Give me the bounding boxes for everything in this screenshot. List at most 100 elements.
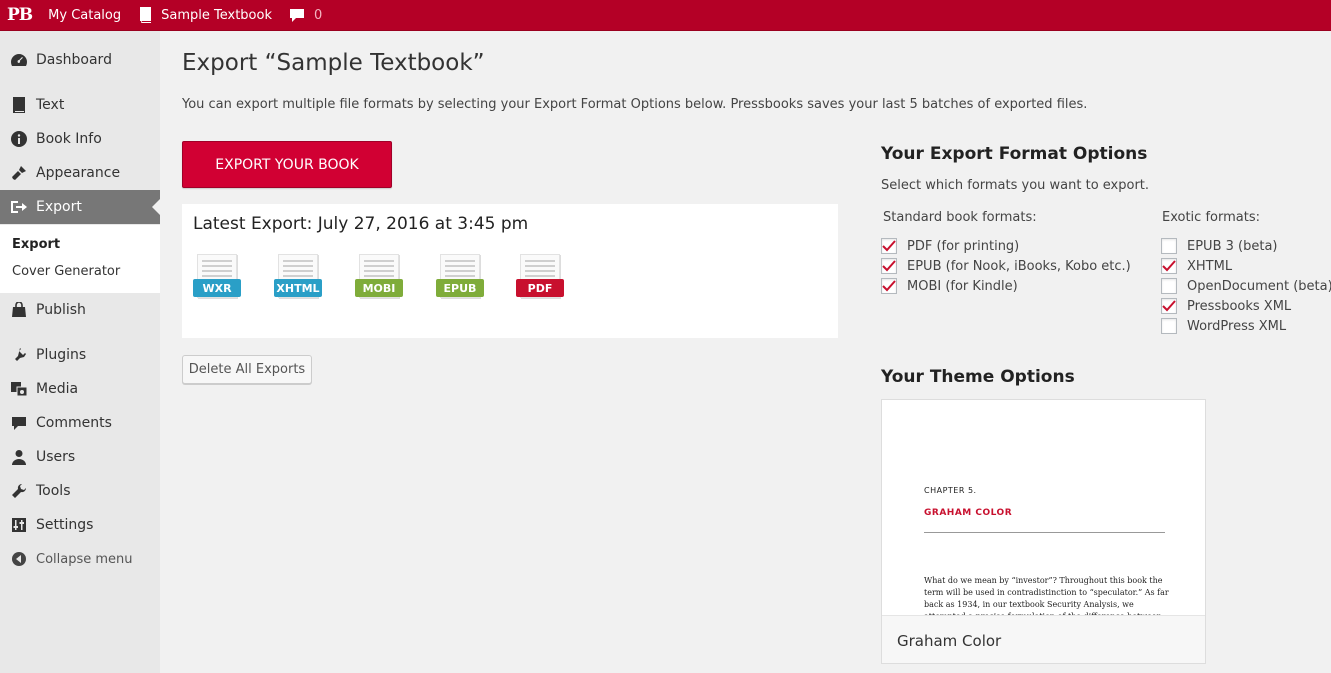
- plug-icon: [10, 346, 28, 364]
- pressbooks-logo[interactable]: PB: [0, 0, 40, 31]
- admin-sidebar: Dashboard Text Book Info Appearance Expo…: [0, 31, 160, 673]
- option-label: XHTML: [1187, 258, 1233, 274]
- sidebar-item-media[interactable]: Media: [0, 372, 160, 406]
- wrench-icon: [10, 482, 28, 500]
- file-format-tag: EPUB: [436, 279, 484, 297]
- epub-format-option[interactable]: EPUB (for Nook, iBooks, Kobo etc.): [881, 256, 1131, 276]
- book-icon: [137, 6, 155, 24]
- file-format-tag: MOBI: [355, 279, 403, 297]
- comment-count: 0: [313, 7, 323, 23]
- mobi-file-download[interactable]: MOBI: [355, 254, 405, 300]
- theme-preview-chapter-title: GRAHAM COLOR: [924, 508, 1013, 518]
- sidebar-item-settings[interactable]: Settings: [0, 508, 160, 542]
- xhtml-checkbox[interactable]: [1161, 258, 1177, 274]
- xhtml-format-option[interactable]: XHTML: [1161, 256, 1232, 276]
- latest-export-title: Latest Export: July 27, 2016 at 3:45 pm: [193, 214, 529, 234]
- sidebar-item-plugins[interactable]: Plugins: [0, 338, 160, 372]
- sidebar-item-dashboard[interactable]: Dashboard: [0, 43, 160, 77]
- epub3-checkbox[interactable]: [1161, 238, 1177, 254]
- sidebar-item-appearance[interactable]: Appearance: [0, 156, 160, 190]
- mobi-checkbox[interactable]: [881, 278, 897, 294]
- sidebar-label: Users: [36, 449, 76, 465]
- brush-icon: [10, 164, 28, 182]
- option-label: Pressbooks XML: [1187, 298, 1292, 314]
- submenu-cover-generator[interactable]: Cover Generator: [0, 258, 160, 285]
- delete-all-exports-button[interactable]: Delete All Exports: [182, 355, 312, 384]
- file-format-tag: PDF: [516, 279, 564, 297]
- sidebar-label: Book Info: [36, 131, 102, 147]
- file-format-tag: XHTML: [274, 279, 322, 297]
- opendocument-checkbox[interactable]: [1161, 278, 1177, 294]
- option-label: PDF (for printing): [907, 238, 1020, 254]
- latest-export-panel: Latest Export: July 27, 2016 at 3:45 pm …: [182, 204, 838, 338]
- export-icon: [10, 198, 28, 216]
- page-title: Export “Sample Textbook”: [182, 50, 485, 76]
- media-icon: [10, 380, 28, 398]
- export-submenu: Export Cover Generator: [0, 225, 160, 293]
- sidebar-item-tools[interactable]: Tools: [0, 474, 160, 508]
- book-label: Sample Textbook: [161, 7, 272, 23]
- sidebar-item-export[interactable]: Export: [0, 190, 160, 224]
- pdf-checkbox[interactable]: [881, 238, 897, 254]
- sidebar-label: Text: [36, 97, 65, 113]
- sidebar-label: Settings: [36, 517, 94, 533]
- sidebar-item-users[interactable]: Users: [0, 440, 160, 474]
- intro-text: You can export multiple file formats by …: [182, 97, 1088, 112]
- submenu-export[interactable]: Export: [0, 231, 160, 258]
- theme-preview-rule: [924, 532, 1165, 533]
- theme-options-title: Your Theme Options: [881, 367, 1075, 387]
- epub-checkbox[interactable]: [881, 258, 897, 274]
- file-format-tag: WXR: [193, 279, 241, 297]
- my-catalog-link[interactable]: My Catalog: [40, 0, 129, 31]
- export-book-button[interactable]: Export Your Book: [182, 141, 392, 188]
- epub-file-download[interactable]: EPUB: [436, 254, 486, 300]
- my-catalog-label: My Catalog: [48, 7, 122, 23]
- sidebar-item-text[interactable]: Text: [0, 88, 160, 122]
- collapse-label: Collapse menu: [36, 551, 133, 567]
- theme-preview-chapter: CHAPTER 5.: [924, 486, 977, 495]
- sidebar-label: Media: [36, 381, 79, 397]
- pressbooks-xml-checkbox[interactable]: [1161, 298, 1177, 314]
- exotic-formats-label: Exotic formats:: [1162, 210, 1260, 225]
- comment-bubble-icon: [288, 6, 306, 24]
- theme-card[interactable]: CHAPTER 5. GRAHAM COLOR What do we mean …: [881, 399, 1206, 664]
- admin-bar: PB My Catalog Sample Textbook 0: [0, 0, 1331, 31]
- format-options-title: Your Export Format Options: [881, 144, 1148, 164]
- wordpress-xml-format-option[interactable]: WordPress XML: [1161, 316, 1286, 336]
- epub3-format-option[interactable]: EPUB 3 (beta): [1161, 236, 1277, 256]
- sidebar-item-book-info[interactable]: Book Info: [0, 122, 160, 156]
- opendocument-format-option[interactable]: OpenDocument (beta): [1161, 276, 1331, 296]
- book-link[interactable]: Sample Textbook: [129, 0, 280, 31]
- option-label: EPUB (for Nook, iBooks, Kobo etc.): [907, 258, 1131, 274]
- sidebar-label: Publish: [36, 302, 86, 318]
- book-icon: [10, 96, 28, 114]
- info-icon: [10, 130, 28, 148]
- collapse-menu-button[interactable]: Collapse menu: [0, 542, 160, 576]
- sidebar-label: Tools: [36, 483, 71, 499]
- sidebar-item-comments[interactable]: Comments: [0, 406, 160, 440]
- pdf-format-option[interactable]: PDF (for printing): [881, 236, 1019, 256]
- sidebar-label: Comments: [36, 415, 112, 431]
- option-label: OpenDocument (beta): [1187, 278, 1331, 294]
- sidebar-label: Dashboard: [36, 52, 112, 68]
- sidebar-label: Export: [36, 199, 82, 215]
- mobi-format-option[interactable]: MOBI (for Kindle): [881, 276, 1018, 296]
- sidebar-item-publish[interactable]: Publish: [0, 293, 160, 327]
- dashboard-icon: [10, 51, 28, 69]
- sidebar-label: Plugins: [36, 347, 87, 363]
- comment-icon: [10, 414, 28, 432]
- option-label: WordPress XML: [1187, 318, 1287, 334]
- settings-icon: [10, 516, 28, 534]
- wordpress-xml-checkbox[interactable]: [1161, 318, 1177, 334]
- xhtml-file-download[interactable]: XHTML: [274, 254, 324, 300]
- pressbooks-xml-format-option[interactable]: Pressbooks XML: [1161, 296, 1291, 316]
- standard-formats-label: Standard book formats:: [883, 210, 1037, 225]
- pdf-file-download[interactable]: PDF: [516, 254, 566, 300]
- option-label: MOBI (for Kindle): [907, 278, 1018, 294]
- wxr-file-download[interactable]: WXR: [193, 254, 243, 300]
- comments-link[interactable]: 0: [280, 0, 330, 31]
- collapse-arrow-icon: [10, 550, 28, 568]
- format-options-desc: Select which formats you want to export.: [881, 178, 1150, 193]
- user-icon: [10, 448, 28, 466]
- sidebar-label: Appearance: [36, 165, 121, 181]
